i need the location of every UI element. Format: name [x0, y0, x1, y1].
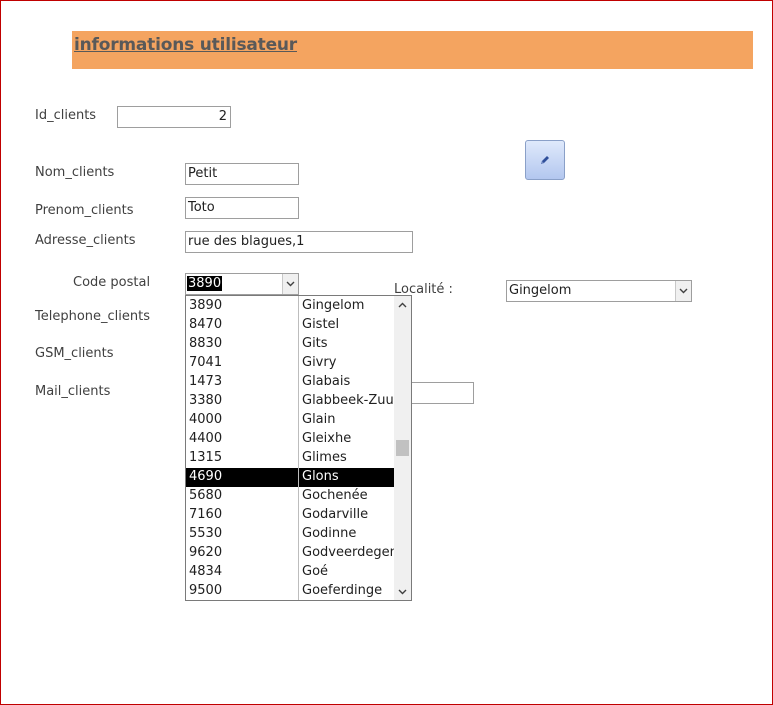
pencil-icon [541, 156, 549, 164]
adresse-label: Adresse_clients [35, 233, 136, 248]
dropdown-row-name: Givry [302, 355, 337, 370]
dropdown-row-name: Gistel [302, 317, 340, 332]
mail-label: Mail_clients [35, 384, 111, 399]
scroll-down-button[interactable] [394, 583, 411, 600]
localite-combo[interactable]: Gingelom [506, 280, 692, 302]
code-postal-dropdown-button[interactable] [282, 274, 298, 294]
dropdown-row-name: Gochenée [302, 488, 368, 503]
dropdown-row[interactable]: 4834 Goé [186, 563, 395, 582]
scroll-up-button[interactable] [394, 296, 411, 313]
dropdown-row-code: 7160 [189, 507, 223, 522]
dropdown-row-code: 4400 [189, 431, 223, 446]
dropdown-row-code: 3890 [189, 298, 223, 313]
dropdown-row-code: 4834 [189, 564, 223, 579]
dropdown-row-name: Godarville [302, 507, 369, 522]
edit-button[interactable] [525, 140, 565, 180]
dropdown-row[interactable]: 4690 Glons [186, 468, 395, 487]
scroll-thumb[interactable] [396, 440, 409, 456]
chevron-down-icon [679, 288, 688, 294]
code-postal-label: Code postal [73, 275, 151, 290]
dropdown-row-name: Gits [302, 336, 328, 351]
code-postal-combo[interactable]: 3890 [185, 273, 299, 295]
page-title: informations utilisateur [74, 35, 297, 55]
nom-field[interactable]: Petit [185, 163, 299, 185]
dropdown-row-name: Glabais [302, 374, 351, 389]
dropdown-row-code: 1315 [189, 450, 223, 465]
code-postal-dropdown-list[interactable]: 9500 Goeferdinge 4834 Goé 9620 Godveerdegem 55… [185, 295, 412, 601]
dropdown-row-name: Glimes [302, 450, 347, 465]
dropdown-row[interactable]: 3380 Glabbeek-Zuurbemde [186, 392, 395, 411]
dropdown-scrollbar[interactable] [394, 296, 411, 600]
dropdown-row-code: 9500 [189, 583, 223, 598]
header-band: informations utilisateur [72, 31, 753, 69]
dropdown-row-code: 3380 [189, 393, 223, 408]
dropdown-row-code: 5530 [189, 526, 223, 541]
prenom-field[interactable]: Toto [185, 197, 299, 219]
dropdown-row[interactable]: 8830 Gits [186, 335, 395, 354]
column-separator [298, 296, 299, 600]
dropdown-row[interactable]: 8470 Gistel [186, 316, 395, 335]
dropdown-row[interactable]: 1473 Glabais [186, 373, 395, 392]
dropdown-row[interactable]: 1315 Glimes [186, 449, 395, 468]
id-field[interactable]: 2 [117, 106, 231, 128]
code-postal-value: 3890 [187, 276, 223, 291]
dropdown-row-code: 1473 [189, 374, 223, 389]
dropdown-row[interactable]: 3890 Gingelom [186, 297, 395, 316]
dropdown-row[interactable]: 4000 Glain [186, 411, 395, 430]
chevron-up-icon [398, 302, 407, 307]
localite-value: Gingelom [509, 283, 572, 298]
dropdown-row-code: 4690 [189, 469, 223, 484]
localite-dropdown-button[interactable] [675, 281, 691, 301]
dropdown-row-name: Goeferdinge [302, 583, 383, 598]
dropdown-row[interactable]: 4400 Gleixhe [186, 430, 395, 449]
dropdown-row[interactable]: 7160 Godarville [186, 506, 395, 525]
dropdown-row-name: Glain [302, 412, 336, 427]
dropdown-row-name: Glabbeek-Zuurbemde [302, 393, 394, 408]
dropdown-row-code: 9620 [189, 545, 223, 560]
dropdown-row-code: 8470 [189, 317, 223, 332]
dropdown-row[interactable]: 5530 Godinne [186, 525, 395, 544]
telephone-label: Telephone_clients [35, 309, 151, 324]
gsm-label: GSM_clients [35, 346, 114, 361]
dropdown-row-code: 5680 [189, 488, 223, 503]
dropdown-row-name: Godveerdegem [302, 545, 394, 560]
chevron-down-icon [286, 281, 295, 287]
dropdown-row-code: 4000 [189, 412, 223, 427]
dropdown-row[interactable]: 7041 Givry [186, 354, 395, 373]
dropdown-row[interactable]: 5680 Gochenée [186, 487, 395, 506]
prenom-label: Prenom_clients [35, 203, 134, 218]
chevron-down-icon [398, 589, 407, 594]
dropdown-row-name: Goé [302, 564, 329, 579]
dropdown-row[interactable]: 9500 Goeferdinge [186, 582, 395, 600]
dropdown-row-name: Gleixhe [302, 431, 352, 446]
dropdown-row-name: Glons [302, 469, 339, 484]
dropdown-row[interactable]: 9620 Godveerdegem [186, 544, 395, 563]
adresse-field[interactable]: rue des blagues,1 [185, 231, 413, 253]
dropdown-row-name: Gingelom [302, 298, 365, 313]
dropdown-row-code: 8830 [189, 336, 223, 351]
dropdown-row-code: 7041 [189, 355, 223, 370]
id-label: Id_clients [35, 108, 97, 123]
dropdown-row-name: Godinne [302, 526, 357, 541]
nom-label: Nom_clients [35, 165, 115, 180]
